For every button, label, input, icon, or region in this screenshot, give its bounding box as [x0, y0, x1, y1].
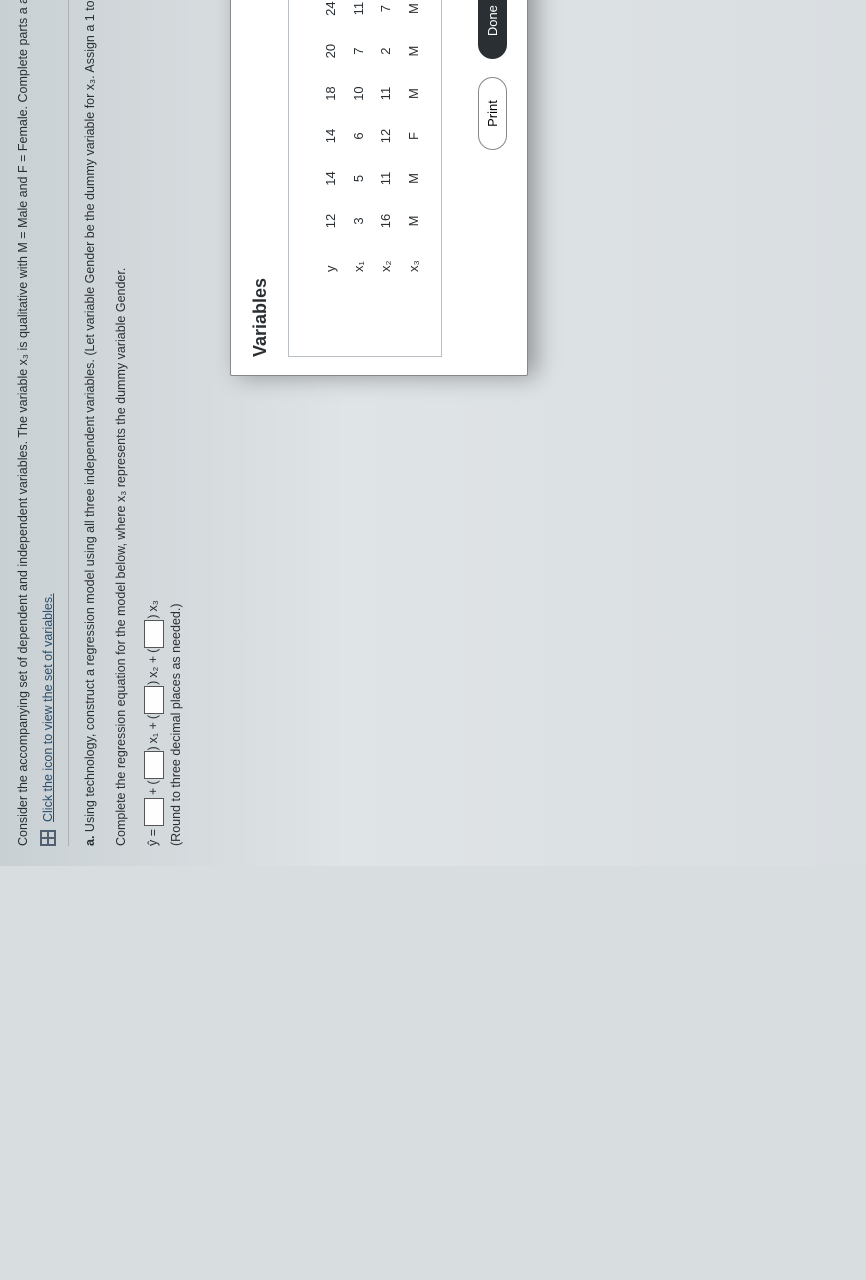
y-hat-label: ŷ = [144, 829, 163, 846]
cell: M [400, 157, 428, 199]
table-row: y 12 14 14 18 20 24 26 32 [317, 0, 345, 286]
modal-title: Variables [247, 0, 274, 357]
part-a-text: a. Using technology, construct a regress… [81, 0, 100, 846]
cell: 20 [317, 30, 345, 72]
regression-equation: ŷ = + x₁ + x₂ + x₃ [144, 0, 164, 846]
cell: 14 [317, 115, 345, 157]
intercept-input[interactable] [144, 798, 164, 826]
cell: 11 [372, 72, 400, 114]
print-button[interactable]: Print [478, 77, 507, 150]
complete-regression-text: Complete the regression equation for the… [112, 0, 131, 846]
data-table-icon[interactable] [40, 830, 56, 846]
row-label: x₂ [372, 242, 400, 286]
table-row: x₁ 3 5 6 10 7 11 16 20 [345, 0, 373, 286]
cell: 12 [372, 115, 400, 157]
table-row: x₂ 16 11 12 11 2 7 7 4 [372, 0, 400, 286]
cell: M [400, 72, 428, 114]
cell: 12 [317, 200, 345, 242]
cell: 5 [345, 157, 373, 199]
cell: 2 [372, 30, 400, 72]
table-row: x₃ M M F M M M M F [400, 0, 428, 286]
b1-input[interactable] [144, 751, 164, 779]
problem-intro: Consider the accompanying set of depende… [14, 0, 33, 846]
b3-input[interactable] [144, 620, 164, 648]
cell: 7 [372, 0, 400, 30]
cell: M [400, 200, 428, 242]
cell: M [400, 0, 428, 30]
cell: 18 [317, 72, 345, 114]
cell: 7 [345, 30, 373, 72]
cell: 16 [372, 200, 400, 242]
cell: 10 [345, 72, 373, 114]
done-button[interactable]: Done [478, 0, 507, 59]
row-label: y [317, 242, 345, 286]
variables-table: y 12 14 14 18 20 24 26 32 x₁ 3 5 6 [317, 0, 427, 286]
rounding-note: (Round to three decimal places as needed… [167, 0, 186, 846]
cell: 11 [372, 157, 400, 199]
view-variables-link[interactable]: Click the icon to view the set of variab… [39, 593, 58, 822]
data-table-frame: y 12 14 14 18 20 24 26 32 x₁ 3 5 6 [288, 0, 442, 357]
divider [68, 0, 69, 846]
cell: 6 [345, 115, 373, 157]
cell: 11 [345, 0, 373, 30]
variables-modal: Variables y 12 14 14 18 20 24 26 32 [230, 0, 528, 376]
b2-input[interactable] [144, 686, 164, 714]
cell: F [400, 115, 428, 157]
part-a-label: a. [83, 836, 97, 846]
row-label: x₃ [400, 242, 428, 286]
row-label: x₁ [345, 242, 373, 286]
cell: 24 [317, 0, 345, 30]
cell: M [400, 30, 428, 72]
cell: 14 [317, 157, 345, 199]
cell: 3 [345, 200, 373, 242]
